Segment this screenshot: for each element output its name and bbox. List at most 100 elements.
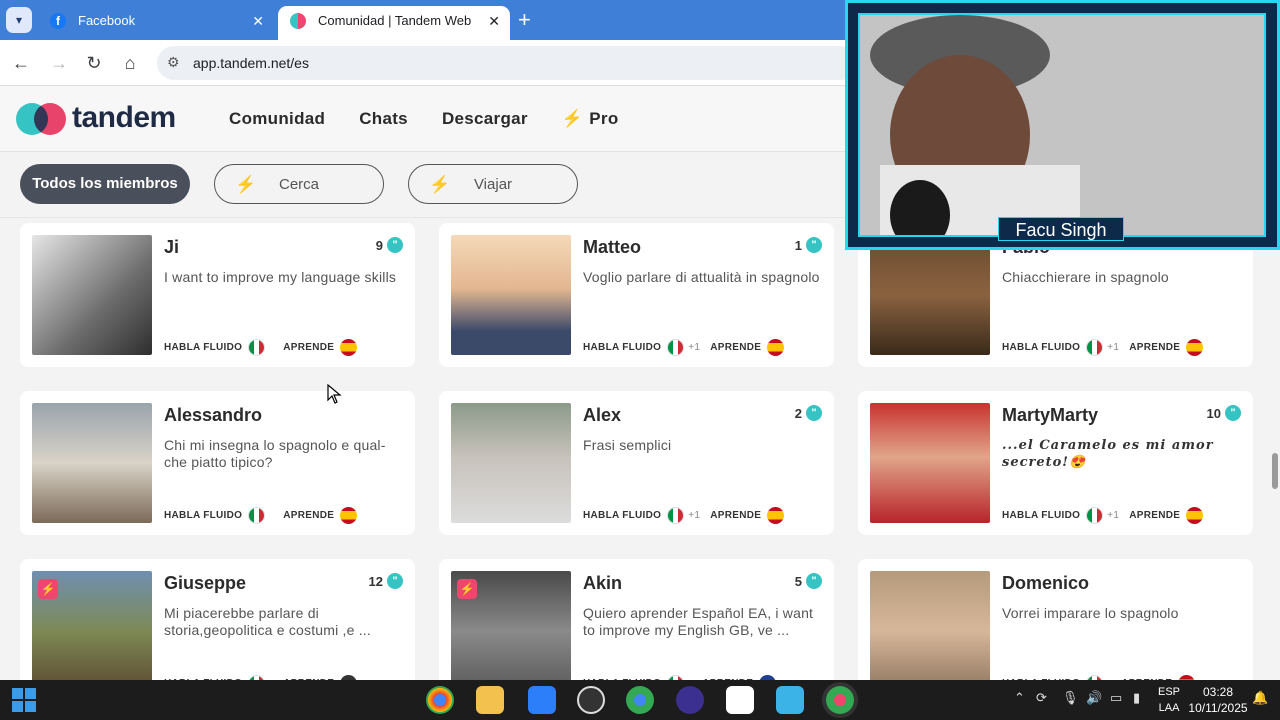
member-photo (870, 571, 990, 680)
member-name: Domenico (1002, 573, 1090, 593)
app-icon[interactable] (528, 686, 556, 714)
layout-code: LAA (1158, 702, 1180, 714)
member-card[interactable]: Alex 2 " Frasi semplici HABLA FLUIDO +1 A… (439, 391, 834, 535)
chrome-active-icon[interactable] (826, 686, 854, 714)
home-icon[interactable]: ⌂ (117, 50, 143, 76)
italy-flag-icon (1086, 339, 1104, 356)
chrome-profile-icon[interactable] (626, 686, 654, 714)
extra-languages: +1 (1107, 510, 1120, 521)
capcut-icon[interactable] (726, 686, 754, 714)
filter-all-members[interactable]: Todos los miembros (20, 164, 190, 204)
member-photo (32, 403, 152, 523)
input-language[interactable]: ESP LAA (1158, 684, 1180, 716)
member-photo (451, 235, 571, 355)
close-icon[interactable]: ✕ (252, 6, 264, 36)
spain-flag-icon (1186, 507, 1204, 524)
member-name: Giuseppe (164, 573, 247, 593)
italy-flag-icon (248, 507, 266, 524)
url-text: app.tandem.net/es (193, 55, 309, 71)
quote-icon: " (806, 237, 822, 253)
notification-bell-icon[interactable]: 🔔 (1252, 690, 1268, 706)
member-grid: Ji 9 " I want to improve my language skil… (0, 219, 1280, 680)
language-row: HABLA FLUIDO +1 APRENDE (1002, 507, 1204, 524)
sync-icon[interactable]: ⟳ (1036, 690, 1047, 706)
learns-label: APRENDE (283, 510, 335, 521)
app-icon[interactable] (676, 686, 704, 714)
italy-flag-icon (667, 339, 685, 356)
spain-flag-icon (767, 339, 785, 356)
member-card[interactable]: ⚡ Giuseppe 12 " Mi piacerebbe parlare di … (20, 559, 415, 680)
member-bio: I want to improve my language skills (164, 269, 397, 285)
references-count: 5 " (795, 573, 822, 589)
learns-label: APRENDE (710, 510, 762, 521)
tab-tandem[interactable]: Comunidad | Tandem Web ✕ (278, 6, 510, 40)
windows-start-icon[interactable] (12, 688, 36, 712)
member-photo (870, 403, 990, 523)
battery-icon[interactable]: ▮ (1133, 690, 1140, 706)
volume-icon[interactable]: 🔊 (1086, 690, 1102, 706)
references-count: 9 " (376, 237, 403, 253)
member-card[interactable]: Alessandro Chi mi insegna lo spagnolo e … (20, 391, 415, 535)
references-count: 10 " (1207, 405, 1241, 421)
reload-icon[interactable]: ↻ (81, 50, 107, 76)
quote-icon: " (387, 573, 403, 589)
speaks-label: HABLA FLUIDO (583, 342, 662, 353)
member-name: MartyMarty (1002, 405, 1099, 425)
bolt-icon: ⚡ (429, 175, 451, 194)
close-icon[interactable]: ✕ (488, 6, 500, 36)
member-card[interactable]: MartyMarty 10 " ...el Caramelo es mi amor… (858, 391, 1253, 535)
member-card[interactable]: Matteo 1 " Voglio parlare di attualità in… (439, 223, 834, 367)
pro-badge-icon: ⚡ (457, 579, 477, 599)
tandem-logo-icon (16, 103, 68, 135)
member-name: Alex (583, 405, 622, 425)
chrome-icon[interactable] (426, 686, 454, 714)
nav-chats[interactable]: Chats (359, 109, 408, 129)
filter-travel[interactable]: ⚡ Viajar (408, 164, 578, 204)
member-card[interactable]: Domenico Vorrei imparare lo spagnolo HAB… (858, 559, 1253, 680)
member-bio: Vorrei imparare lo spagnolo (1002, 605, 1179, 621)
language-row: HABLA FLUIDO APRENDE (164, 507, 358, 524)
mouse-cursor-icon (327, 384, 342, 404)
references-count: 12 " (369, 573, 403, 589)
member-name: Ji (164, 237, 180, 257)
forward-arrow-icon[interactable]: → (46, 50, 72, 76)
speaks-label: HABLA FLUIDO (1002, 342, 1081, 353)
obs-icon[interactable] (577, 686, 605, 714)
system-clock[interactable]: 03:28 10/11/2025 (1186, 684, 1250, 716)
chevron-up-icon[interactable]: ⌃ (1014, 690, 1025, 706)
notepad-icon[interactable] (776, 686, 804, 714)
italy-flag-icon (248, 339, 266, 356)
tandem-favicon-icon (290, 13, 306, 29)
tab-search-button[interactable]: ▾ (6, 7, 32, 33)
file-explorer-icon[interactable] (476, 686, 504, 714)
member-bio: Quiero aprender Español EA, i want to im… (583, 605, 814, 638)
nav-comunidad[interactable]: Comunidad (229, 109, 325, 129)
nav-pro[interactable]: ⚡ Pro (562, 109, 619, 129)
tandem-logo[interactable]: tandem (16, 101, 196, 137)
scroll-thumb[interactable] (1272, 453, 1278, 489)
filter-near[interactable]: ⚡ Cerca (214, 164, 384, 204)
network-icon[interactable]: ▭ (1110, 690, 1122, 706)
language-row: HABLA FLUIDO +1 APRENDE (583, 339, 785, 356)
site-settings-icon[interactable]: ⚙ (167, 54, 180, 71)
member-bio: Mi piacerebbe parlare di storia,geopolit… (164, 605, 371, 638)
address-bar[interactable]: ⚙ app.tandem.net/es (157, 46, 857, 80)
member-card[interactable]: Ji 9 " I want to improve my language skil… (20, 223, 415, 367)
member-card[interactable]: ⚡ Akin 5 " Quiero aprender Español EA, i … (439, 559, 834, 680)
back-arrow-icon[interactable]: ← (8, 50, 34, 76)
tab-facebook[interactable]: f Facebook ✕ (38, 6, 274, 40)
webcam-overlay: Facu Singh (845, 0, 1280, 250)
nav-descargar[interactable]: Descargar (442, 109, 528, 129)
clock-time: 03:28 (1202, 685, 1234, 699)
page-scrollbar[interactable] (1270, 219, 1280, 680)
member-bio: Frasi semplici (583, 437, 672, 453)
microphone-icon[interactable]: 🎙 (1062, 690, 1079, 706)
member-bio: Voglio parlare di attualità in spagnolo (583, 269, 820, 285)
learns-label: APRENDE (1129, 510, 1181, 521)
tab-title: Facebook (78, 13, 136, 28)
extra-languages: +1 (1107, 342, 1120, 353)
new-tab-button[interactable]: + (518, 8, 531, 32)
extra-languages: +1 (688, 342, 701, 353)
pro-badge-icon: ⚡ (38, 579, 58, 599)
spain-flag-icon (1186, 339, 1204, 356)
